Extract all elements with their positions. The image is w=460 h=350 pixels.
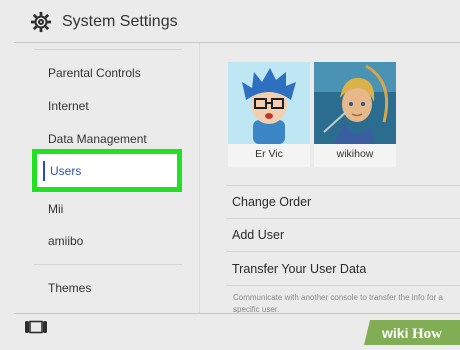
svg-text:How: How [412, 326, 442, 342]
change-order-button[interactable]: Change Order [232, 195, 311, 209]
user-card[interactable]: wikihow [314, 62, 396, 167]
user-card[interactable]: Er Vic [228, 62, 310, 167]
sidebar-item-themes[interactable]: Themes [48, 281, 91, 295]
sidebar-item-data-management[interactable]: Data Management [48, 132, 147, 146]
sidebar-divider [34, 49, 182, 50]
page-title: System Settings [62, 13, 178, 30]
sidebar-item-mii[interactable]: Mii [48, 202, 63, 216]
link-avatar [314, 62, 396, 144]
console-icon [25, 320, 47, 334]
sidebar-item-label: Users [50, 164, 82, 178]
add-user-button[interactable]: Add User [232, 228, 284, 242]
row-divider [226, 251, 460, 252]
sidebar-divider [34, 264, 182, 265]
sidebar-item-amiibo[interactable]: amiibo [48, 234, 83, 248]
user-name: Er Vic [255, 148, 283, 160]
gear-icon [30, 11, 52, 33]
row-divider [226, 285, 460, 286]
row-divider [226, 185, 460, 186]
sidebar-item-users[interactable]: Users [32, 149, 182, 192]
wikihow-logo: wiki How [364, 320, 460, 345]
mii-avatar [228, 62, 310, 144]
selection-indicator [43, 161, 45, 181]
header: System Settings [0, 0, 460, 42]
content-divider [199, 43, 200, 313]
svg-text:wiki: wiki [381, 325, 408, 341]
row-divider [226, 218, 460, 219]
sidebar-item-parental-controls[interactable]: Parental Controls [48, 66, 141, 80]
footer-divider [14, 313, 460, 314]
transfer-user-data-button[interactable]: Transfer Your User Data [232, 262, 366, 276]
user-name: wikihow [336, 148, 374, 160]
sidebar-item-internet[interactable]: Internet [48, 99, 89, 113]
